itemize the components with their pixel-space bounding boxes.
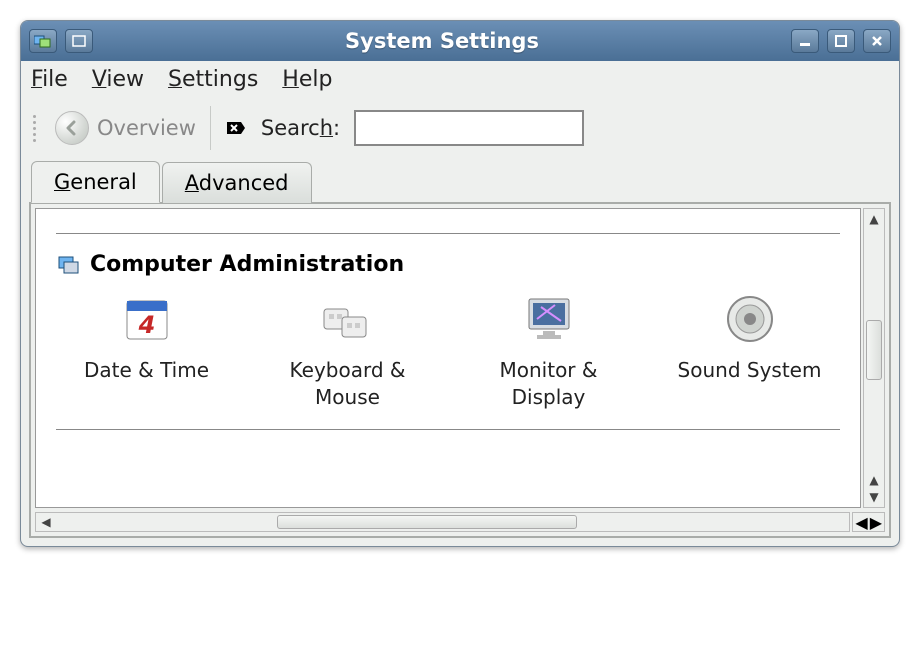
vertical-scroll-thumb[interactable]: [866, 320, 882, 380]
keyboard-mouse-icon: [320, 287, 376, 351]
item-sound-system[interactable]: Sound System: [663, 287, 836, 411]
clear-search-icon[interactable]: [225, 117, 247, 139]
search-label: Search:: [261, 116, 340, 140]
overview-label: Overview: [97, 116, 196, 140]
horizontal-scrollbar-row: ◀ ◀ ▶: [35, 512, 885, 532]
item-label: Date & Time: [84, 357, 209, 384]
menubar: File View Settings Help: [21, 61, 899, 98]
content-frame: Computer Administration 4 Date & Time: [29, 202, 891, 538]
titlebar-left: [29, 29, 93, 53]
section-title: Computer Administration: [90, 252, 404, 277]
item-date-time[interactable]: 4 Date & Time: [60, 287, 233, 411]
toolbar: Overview Search:: [21, 98, 899, 160]
back-arrow-icon: [55, 111, 89, 145]
item-keyboard-mouse[interactable]: Keyboard & Mouse: [261, 287, 434, 411]
computer-icon: [56, 253, 80, 277]
section-divider-bottom: [56, 429, 840, 430]
horizontal-scroll-track[interactable]: [57, 515, 844, 529]
content-area: Computer Administration 4 Date & Time: [35, 208, 885, 508]
scroll-down-arrow-icon[interactable]: ▼: [866, 489, 882, 505]
vertical-scrollbar[interactable]: ▲ ▲ ▼: [863, 208, 885, 508]
minimize-button[interactable]: [791, 29, 819, 53]
close-button[interactable]: [863, 29, 891, 53]
titlebar: System Settings: [21, 21, 899, 61]
monitor-icon: [521, 287, 577, 351]
window-title: System Settings: [93, 29, 791, 53]
scroll-up-arrow2-icon[interactable]: ▲: [866, 472, 882, 488]
tab-general[interactable]: General: [31, 161, 160, 203]
calendar-icon: 4: [121, 287, 173, 351]
scroll-left-arrow2-icon[interactable]: ◀: [855, 513, 867, 532]
section-divider-top: [56, 233, 840, 234]
menu-file[interactable]: File: [31, 67, 68, 92]
titlebar-controls: [791, 29, 891, 53]
speaker-icon: [724, 287, 776, 351]
system-settings-window: System Settings File View Settings Help: [20, 20, 900, 547]
search-input[interactable]: [354, 110, 584, 146]
tab-row: General Advanced: [21, 160, 899, 202]
item-monitor-display[interactable]: Monitor & Display: [462, 287, 635, 411]
items-row: 4 Date & Time: [56, 287, 840, 411]
toolbar-separator: [210, 106, 211, 150]
item-label: Keyboard & Mouse: [261, 357, 434, 411]
item-label: Monitor & Display: [462, 357, 635, 411]
window-app-icon[interactable]: [29, 29, 57, 53]
menu-help[interactable]: Help: [282, 67, 332, 92]
horizontal-scroll-thumb[interactable]: [277, 515, 577, 529]
horizontal-scroll-right-group: ◀ ▶: [852, 512, 885, 532]
scroll-left-arrow-icon[interactable]: ◀: [38, 514, 54, 530]
scroll-right-arrow-icon[interactable]: ▶: [870, 513, 882, 532]
content-body: Computer Administration 4 Date & Time: [35, 208, 861, 508]
menu-settings[interactable]: Settings: [168, 67, 258, 92]
tab-advanced[interactable]: Advanced: [162, 162, 312, 203]
scroll-up-arrow-icon[interactable]: ▲: [866, 211, 882, 227]
toolbar-grip[interactable]: [31, 108, 41, 148]
svg-text:4: 4: [137, 311, 155, 339]
item-label: Sound System: [678, 357, 822, 384]
maximize-button[interactable]: [827, 29, 855, 53]
overview-button[interactable]: Overview: [55, 111, 196, 145]
menu-view[interactable]: View: [92, 67, 144, 92]
section-header: Computer Administration: [56, 252, 840, 277]
window-menu-button[interactable]: [65, 29, 93, 53]
horizontal-scrollbar[interactable]: ◀: [35, 512, 850, 532]
